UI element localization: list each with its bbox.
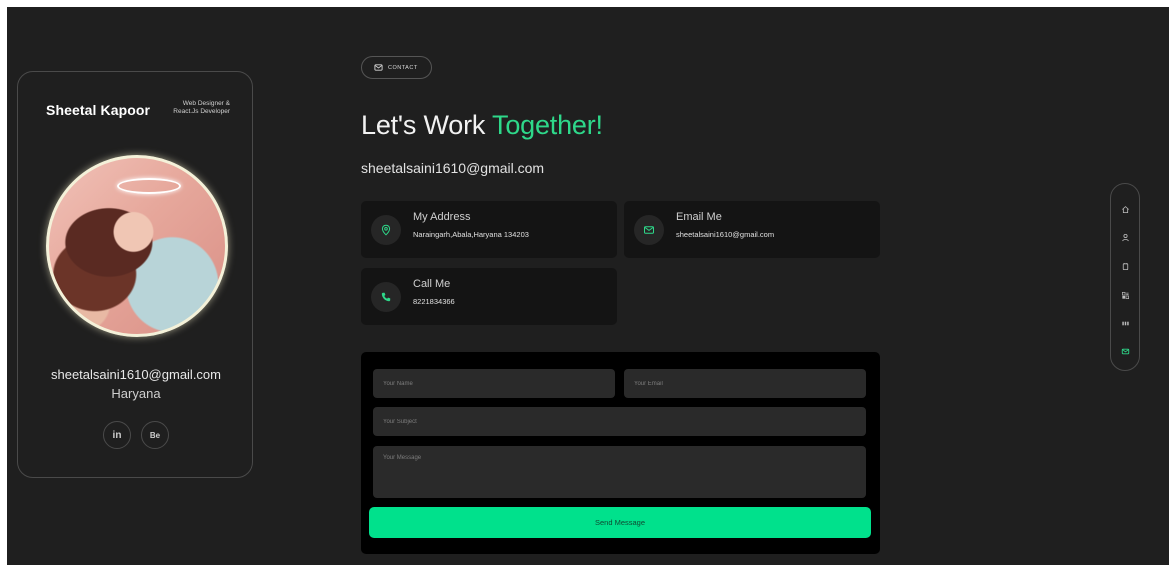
contact-email: sheetalsaini1610@gmail.com [361, 160, 545, 176]
email-input[interactable] [624, 369, 866, 398]
contact-section-pill: CONTACT [361, 56, 432, 79]
mail-icon [634, 215, 664, 245]
location-pin-icon [371, 215, 401, 245]
profile-email: sheetalsaini1610@gmail.com [50, 367, 221, 382]
subject-input[interactable] [373, 407, 866, 436]
avatar [46, 155, 228, 337]
email-title: Email Me [676, 211, 722, 223]
side-navigation [1110, 183, 1140, 371]
user-icon[interactable] [1120, 232, 1131, 243]
page: Sheetal Kapoor Web Designer & React.Js D… [7, 7, 1169, 565]
document-icon[interactable] [1120, 261, 1131, 272]
phone-icon [371, 282, 401, 312]
linkedin-label: in [112, 429, 122, 441]
call-card: Call Me 8221834366 [361, 268, 617, 325]
page-title-prefix: Let's Work [361, 110, 493, 140]
email-value[interactable]: sheetalsaini1610@gmail.com [676, 230, 774, 239]
contact-mail-icon[interactable] [1120, 346, 1131, 357]
linkedin-icon[interactable]: in [103, 421, 131, 449]
home-icon[interactable] [1120, 204, 1131, 215]
address-card: My Address Naraingarh,Abala,Haryana 1342… [361, 201, 617, 258]
profile-name: Sheetal Kapoor [46, 102, 151, 118]
send-message-button[interactable]: Send Message [369, 507, 871, 538]
contact-pill-label: CONTACT [388, 64, 418, 71]
mail-icon [374, 64, 383, 71]
profile-card: Sheetal Kapoor Web Designer & React.Js D… [17, 71, 253, 478]
profile-location: Haryana [111, 386, 161, 401]
services-icon[interactable] [1120, 290, 1131, 301]
address-title: My Address [413, 211, 471, 223]
page-title: Let's Work Together! [361, 110, 603, 141]
halo-decoration [117, 178, 181, 194]
behance-label: Be [149, 430, 161, 440]
name-input[interactable] [373, 369, 615, 398]
page-title-accent: Together! [492, 110, 603, 140]
behance-icon[interactable]: Be [141, 421, 169, 449]
portfolio-icon[interactable] [1120, 318, 1131, 329]
email-card: Email Me sheetalsaini1610@gmail.com [624, 201, 880, 258]
address-value: Naraingarh,Abala,Haryana 134203 [413, 230, 529, 239]
call-value[interactable]: 8221834366 [413, 297, 455, 306]
call-title: Call Me [413, 278, 451, 290]
contact-form: Send Message [361, 352, 880, 554]
profile-role: Web Designer & React.Js Developer [173, 100, 230, 115]
message-textarea[interactable] [373, 446, 866, 498]
